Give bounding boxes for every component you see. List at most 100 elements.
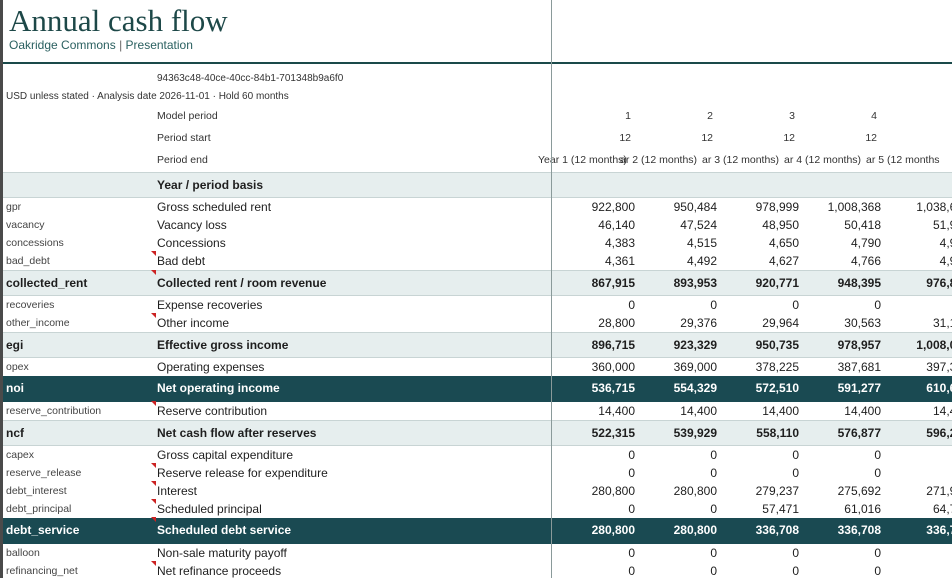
value-cell[interactable]: 29,964	[719, 314, 799, 332]
table-row[interactable]: debt_principal Scheduled principal 0 0 57,47…	[3, 499, 952, 518]
value-cell[interactable]: 0	[555, 464, 635, 482]
value-cell[interactable]: 0	[801, 562, 881, 580]
table-row[interactable]: ncf Net cash flow after reserves 522,315 53…	[3, 420, 952, 446]
value-cell[interactable]: 14,40	[883, 402, 952, 420]
value-cell[interactable]: 0	[801, 464, 881, 482]
value-cell[interactable]: 57,471	[719, 500, 799, 518]
value-cell[interactable]: 397,37	[883, 358, 952, 376]
value-cell[interactable]: 0	[555, 296, 635, 314]
value-cell[interactable]: 4,492	[637, 252, 717, 270]
value-cell[interactable]: 576,877	[801, 421, 881, 445]
table-row[interactable]: recoveries Expense recoveries 0 0 0 0	[3, 296, 952, 314]
value-cell[interactable]: 4,383	[555, 234, 635, 252]
table-row[interactable]: capex Gross capital expenditure 0 0 0 0	[3, 446, 952, 464]
value-cell[interactable]: 31,17	[883, 314, 952, 332]
value-cell[interactable]: 14,400	[555, 402, 635, 420]
value-cell[interactable]: 1,008,368	[801, 198, 881, 216]
value-cell[interactable]: 4,766	[801, 252, 881, 270]
value-cell[interactable]: 51,93	[883, 216, 952, 234]
value-cell[interactable]: 0	[637, 500, 717, 518]
value-cell[interactable]: 50,418	[801, 216, 881, 234]
value-cell[interactable]: 0	[637, 562, 717, 580]
value-cell[interactable]: 280,800	[555, 518, 635, 542]
value-cell[interactable]: 280,800	[637, 518, 717, 542]
table-row[interactable]: debt_service Scheduled debt service 280,80…	[3, 517, 952, 544]
value-cell[interactable]: 0	[637, 296, 717, 314]
value-cell[interactable]: 30,563	[801, 314, 881, 332]
value-cell[interactable]: 336,708	[719, 518, 799, 542]
value-cell[interactable]: 4,93	[883, 234, 952, 252]
value-cell[interactable]: 0	[637, 544, 717, 562]
value-cell[interactable]: 539,929	[637, 421, 717, 445]
table-row[interactable]: vacancy Vacancy loss 46,140 47,524 48,950 50,…	[3, 216, 952, 234]
value-cell[interactable]: 0	[555, 562, 635, 580]
value-cell[interactable]: 0	[801, 446, 881, 464]
value-cell[interactable]: 572,510	[719, 376, 799, 400]
value-cell[interactable]: 896,715	[555, 333, 635, 357]
table-row[interactable]: egi Effective gross income 896,715 923,329 9…	[3, 332, 952, 358]
value-cell[interactable]: 271,92	[883, 482, 952, 500]
value-cell[interactable]: 0	[719, 446, 799, 464]
value-cell[interactable]: 28,800	[555, 314, 635, 332]
value-cell[interactable]: 596,24	[883, 421, 952, 445]
table-row[interactable]: other_income Other income 28,800 29,376 29,9…	[3, 313, 952, 332]
table-row[interactable]: reserve_contribution Reserve contribution…	[3, 401, 952, 420]
value-cell[interactable]: 591,277	[801, 376, 881, 400]
value-cell[interactable]: 920,771	[719, 271, 799, 295]
value-cell[interactable]: 978,957	[801, 333, 881, 357]
value-cell[interactable]: 0	[555, 500, 635, 518]
table-row[interactable]: opex Operating expenses 360,000 369,000 378,…	[3, 358, 952, 376]
value-cell[interactable]: 893,953	[637, 271, 717, 295]
value-cell[interactable]: 61,016	[801, 500, 881, 518]
value-cell[interactable]: 1,038,62	[883, 198, 952, 216]
value-cell[interactable]: 0	[637, 464, 717, 482]
table-row[interactable]: reserve_release Reserve release for expen…	[3, 463, 952, 482]
table-row[interactable]: gpr Gross scheduled rent 922,800 950,484 978…	[3, 198, 952, 216]
value-cell[interactable]: 0	[555, 446, 635, 464]
value-cell[interactable]: 0	[719, 562, 799, 580]
table-row[interactable]: noi Net operating income 536,715 554,329 572…	[3, 376, 952, 402]
value-cell[interactable]: 378,225	[719, 358, 799, 376]
value-cell[interactable]: 4,790	[801, 234, 881, 252]
value-cell[interactable]: 14,400	[637, 402, 717, 420]
value-cell[interactable]: 48,950	[719, 216, 799, 234]
value-cell[interactable]: 336,70	[883, 518, 952, 542]
value-cell[interactable]: 280,800	[637, 482, 717, 500]
value-cell[interactable]: 536,715	[555, 376, 635, 400]
value-cell[interactable]: 64,77	[883, 500, 952, 518]
value-cell[interactable]: 4,627	[719, 252, 799, 270]
value-cell[interactable]: 610,64	[883, 376, 952, 400]
value-cell[interactable]: 867,915	[555, 271, 635, 295]
value-cell[interactable]: 275,692	[801, 482, 881, 500]
value-cell[interactable]: 554,329	[637, 376, 717, 400]
value-cell[interactable]: 976,84	[883, 271, 952, 295]
table-row[interactable]: concessions Concessions 4,383 4,515 4,650 4,7…	[3, 234, 952, 252]
value-cell[interactable]: 14,400	[801, 402, 881, 420]
table-row[interactable]: refinancing_net Net refinance proceeds 0 0 0…	[3, 561, 952, 580]
value-cell[interactable]: 336,708	[801, 518, 881, 542]
value-cell[interactable]: 4,650	[719, 234, 799, 252]
value-cell[interactable]: 0	[801, 296, 881, 314]
value-cell[interactable]: 922,800	[555, 198, 635, 216]
value-cell[interactable]: 0	[801, 544, 881, 562]
table-row[interactable]: debt_interest Interest 280,800 280,800 279,2…	[3, 481, 952, 500]
value-cell[interactable]: 558,110	[719, 421, 799, 445]
table-row[interactable]: Year / period basis	[3, 172, 952, 198]
value-cell[interactable]: 279,237	[719, 482, 799, 500]
value-cell[interactable]: 369,000	[637, 358, 717, 376]
table-row[interactable]: collected_rent Collected rent / room reve…	[3, 270, 952, 296]
value-cell[interactable]: 29,376	[637, 314, 717, 332]
value-cell[interactable]: 0	[719, 296, 799, 314]
value-cell[interactable]: 47,524	[637, 216, 717, 234]
value-cell[interactable]: 978,999	[719, 198, 799, 216]
value-cell[interactable]: 46,140	[555, 216, 635, 234]
value-cell[interactable]: 923,329	[637, 333, 717, 357]
value-cell[interactable]: 0	[719, 464, 799, 482]
value-cell[interactable]: 4,515	[637, 234, 717, 252]
value-cell[interactable]: 360,000	[555, 358, 635, 376]
value-cell[interactable]: 4,90	[883, 252, 952, 270]
value-cell[interactable]: 4,361	[555, 252, 635, 270]
value-cell[interactable]: 950,484	[637, 198, 717, 216]
value-cell[interactable]: 0	[555, 544, 635, 562]
value-cell[interactable]: 0	[637, 446, 717, 464]
